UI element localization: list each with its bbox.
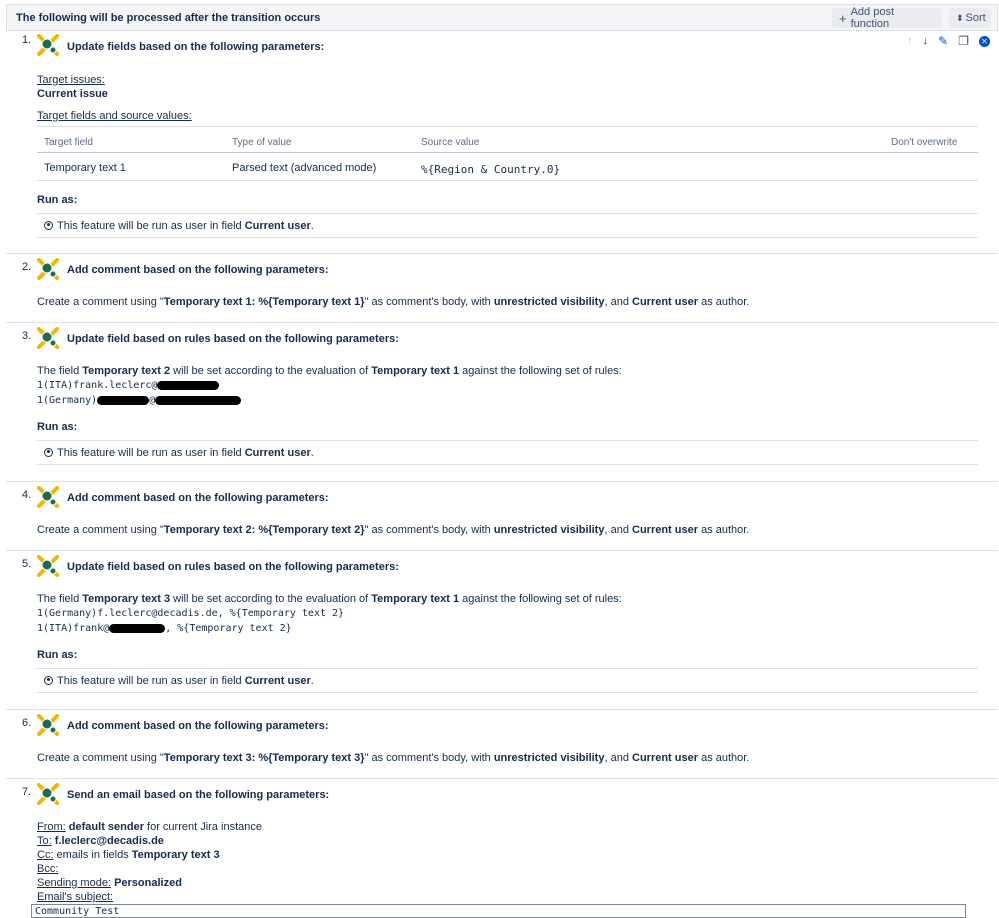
jwt-app-icon — [37, 486, 59, 508]
rule-line-1: 1(Germany)f.leclerc@decadis.de, %{Tempor… — [37, 608, 345, 619]
post-function-6: 6. Add comment based on the following pa… — [6, 710, 998, 779]
comment-description: Create a comment using "Temporary text 1… — [37, 296, 750, 308]
post-function-title: Add comment based on the following param… — [67, 264, 329, 276]
post-function-3: 3. Update field based on rules based on … — [6, 323, 998, 482]
run-as-label: Run as: — [37, 194, 78, 206]
cell-source: %{Region & Country.0} — [421, 163, 561, 176]
redaction — [109, 623, 166, 633]
cell-type: Parsed text (advanced mode) — [232, 162, 377, 174]
jwt-app-icon — [37, 555, 59, 577]
divider — [37, 213, 978, 214]
user-icon — [44, 676, 53, 685]
jwt-app-icon — [37, 783, 59, 805]
delete-icon[interactable]: ✕ — [979, 35, 990, 47]
jwt-app-icon — [37, 34, 59, 56]
post-function-number: 7. — [22, 786, 32, 798]
target-fields-label: Target fields and source values: — [37, 110, 192, 122]
run-as-row: This feature will be run as user in fiel… — [44, 220, 314, 232]
post-function-number: 2. — [22, 261, 32, 273]
email-cc: Cc: emails in fields Temporary text 3 — [37, 849, 220, 861]
run-as-label: Run as: — [37, 421, 78, 433]
target-issues-value: Current issue — [37, 88, 108, 100]
comment-description: Create a comment using "Temporary text 3… — [37, 752, 750, 764]
plus-icon: + — [839, 10, 847, 26]
email-from: From: default sender for current Jira in… — [37, 821, 262, 833]
sort-label: Sort — [965, 12, 986, 24]
post-function-5: 5. Update field based on rules based on … — [6, 551, 998, 710]
post-function-2: 2. Add comment based on the following pa… — [6, 254, 998, 323]
rule-line-2: 1(Germany) @ — [37, 395, 242, 406]
column-header-type: Type of value — [232, 137, 292, 148]
email-subject-box: Community Test — [31, 904, 966, 918]
divider — [37, 692, 978, 693]
header-title: The following will be processed after th… — [16, 12, 321, 24]
post-function-4: 4. Add comment based on the following pa… — [6, 482, 998, 551]
post-function-number: 4. — [22, 489, 32, 501]
post-function-title: Update field based on rules based on the… — [67, 561, 399, 573]
run-as-text: This feature will be run as user in fiel… — [57, 220, 242, 232]
post-function-7: 7. Send an email based on the following … — [6, 779, 998, 914]
divider — [37, 464, 978, 465]
jwt-app-icon — [37, 327, 59, 349]
column-header-source: Source value — [421, 137, 480, 148]
post-function-title: Update fields based on the following par… — [67, 41, 325, 53]
table-header-divider — [37, 152, 978, 153]
email-bcc: Bcc: — [37, 863, 59, 875]
divider — [37, 126, 978, 127]
divider — [37, 237, 978, 238]
rule-line-2: 1(ITA)frank@, %{Temporary text 2} — [37, 623, 292, 634]
run-as-row: This feature will be run as user in fiel… — [44, 447, 314, 459]
jwt-app-icon — [37, 714, 59, 736]
redaction — [97, 395, 150, 405]
rules-description: The field Temporary text 3 will be set a… — [37, 593, 622, 605]
post-function-title: Update field based on rules based on the… — [67, 333, 399, 345]
rules-description: The field Temporary text 2 will be set a… — [37, 365, 622, 377]
user-icon — [44, 221, 53, 230]
column-header-dont-overwrite: Don't overwrite — [891, 137, 958, 148]
post-function-title: Send an email based on the following par… — [67, 789, 330, 801]
post-function-number: 5. — [22, 558, 32, 570]
email-sending-mode: Sending mode: Personalized — [37, 877, 182, 889]
cell-target-field: Temporary text 1 — [44, 162, 126, 174]
divider — [37, 668, 978, 669]
post-function-number: 3. — [22, 330, 32, 342]
sort-icon: ⬍ — [956, 12, 964, 23]
divider — [37, 180, 978, 181]
run-as-row: This feature will be run as user in fiel… — [44, 675, 314, 687]
add-post-function-label: Add post function — [850, 6, 895, 30]
redaction — [155, 395, 242, 405]
post-function-number: 1. — [22, 34, 32, 46]
post-function-title: Add comment based on the following param… — [67, 720, 329, 732]
post-function-toolbar: ↑ ↓ ✎ ❐ ✕ — [907, 34, 990, 48]
jwt-app-icon — [37, 258, 59, 280]
post-functions-header: The following will be processed after th… — [6, 4, 998, 31]
column-header-target-field: Target field — [44, 137, 93, 148]
email-subject-label: Email's subject: — [37, 891, 114, 903]
move-up-icon[interactable]: ↑ — [907, 35, 913, 47]
rule-line-1: 1(ITA)frank.leclerc@ — [37, 380, 220, 391]
post-function-1: 1. Update fields based on the following … — [6, 31, 998, 254]
email-to: To: f.leclerc@decadis.de — [37, 835, 164, 847]
comment-description: Create a comment using "Temporary text 2… — [37, 524, 750, 536]
redaction — [157, 380, 220, 390]
add-post-function-button[interactable]: + Add post function — [832, 6, 942, 30]
sort-button[interactable]: ⬍ Sort — [949, 8, 991, 28]
post-function-number: 6. — [22, 717, 32, 729]
run-as-user: Current user — [244, 220, 311, 232]
move-down-icon[interactable]: ↓ — [923, 35, 929, 47]
run-as-label: Run as: — [37, 649, 78, 661]
user-icon — [44, 448, 53, 457]
target-issues-label: Target issues: — [37, 74, 105, 86]
edit-icon[interactable]: ✎ — [938, 34, 948, 48]
divider — [37, 440, 978, 441]
copy-icon[interactable]: ❐ — [958, 34, 969, 48]
post-function-title: Add comment based on the following param… — [67, 492, 329, 504]
